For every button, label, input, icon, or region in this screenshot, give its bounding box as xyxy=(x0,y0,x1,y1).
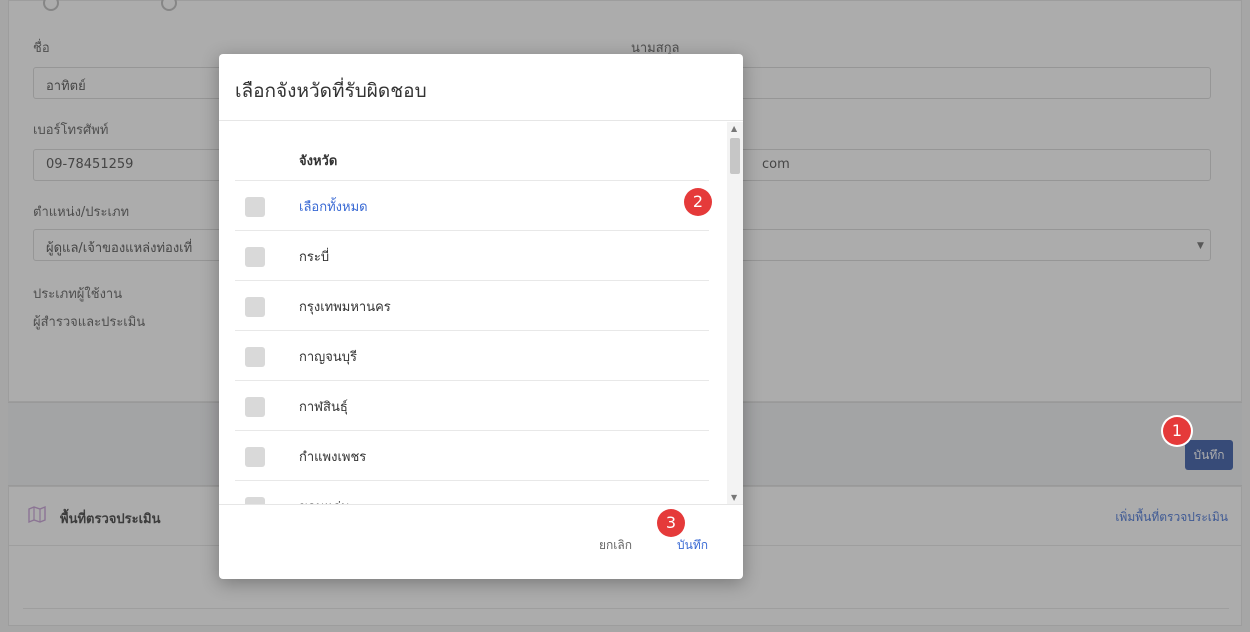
province-row[interactable]: กาญจนบุรี xyxy=(235,330,709,380)
province-list: จังหวัด เลือกทั้งหมด กระบี่ กรุงเทพมหานค… xyxy=(235,120,743,504)
province-checkbox[interactable] xyxy=(245,497,265,504)
step-badge-2: 2 xyxy=(684,188,712,216)
modal-save-button[interactable]: บันทึก xyxy=(677,536,708,555)
province-checkbox[interactable] xyxy=(245,297,265,317)
province-rows: เลือกทั้งหมด กระบี่ กรุงเทพมหานคร กาญจนบ… xyxy=(235,180,709,504)
step-badge-3: 3 xyxy=(657,509,685,537)
cancel-button[interactable]: ยกเลิก xyxy=(599,536,632,555)
province-label: กาญจนบุรี xyxy=(299,350,357,365)
scroll-down-icon[interactable]: ▼ xyxy=(731,493,737,502)
province-label: กำแพงเพชร xyxy=(299,450,367,465)
province-checkbox[interactable] xyxy=(245,447,265,467)
select-all-link[interactable]: เลือกทั้งหมด xyxy=(299,196,368,217)
province-checkbox[interactable] xyxy=(245,347,265,367)
select-all-row[interactable]: เลือกทั้งหมด xyxy=(235,180,709,230)
scrollbar-thumb[interactable] xyxy=(730,138,740,174)
province-label: กาฬสินธุ์ xyxy=(299,400,348,415)
province-row[interactable]: กำแพงเพชร xyxy=(235,430,709,480)
province-label: กรุงเทพมหานคร xyxy=(299,300,391,315)
province-row[interactable]: กรุงเทพมหานคร xyxy=(235,280,709,330)
province-row[interactable]: กระบี่ xyxy=(235,230,709,280)
select-all-checkbox[interactable] xyxy=(245,197,265,217)
province-row[interactable]: กาฬสินธุ์ xyxy=(235,380,709,430)
province-select-modal: เลือกจังหวัดที่รับผิดชอบ จังหวัด เลือกทั… xyxy=(219,54,743,579)
province-label: ขอนแก่น xyxy=(299,496,350,504)
province-checkbox[interactable] xyxy=(245,397,265,417)
province-label: กระบี่ xyxy=(299,250,330,265)
step-badge-1: 1 xyxy=(1163,417,1191,445)
modal-title: เลือกจังหวัดที่รับผิดชอบ xyxy=(235,80,427,102)
province-row[interactable]: ขอนแก่น xyxy=(235,480,709,504)
divider xyxy=(219,504,743,505)
scroll-up-icon[interactable]: ▲ xyxy=(731,124,737,133)
province-list-scrollbar[interactable]: ▲ ▼ xyxy=(727,122,743,504)
column-header-province: จังหวัด xyxy=(299,154,338,169)
province-checkbox[interactable] xyxy=(245,247,265,267)
province-list-header: จังหวัด xyxy=(235,120,709,180)
